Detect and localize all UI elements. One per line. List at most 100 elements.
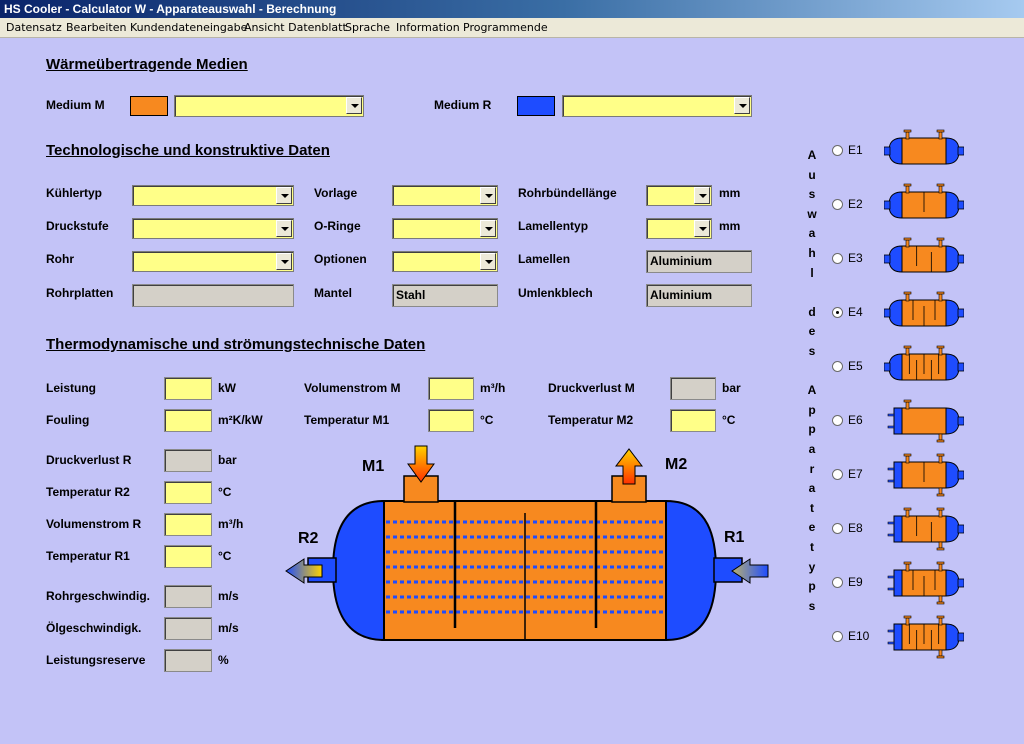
lamellentyp-select[interactable] [646,218,712,239]
apparatus-option-e3[interactable]: E3 [826,236,976,286]
chevron-down-icon[interactable] [276,220,292,237]
chevron-down-icon[interactable] [694,187,710,204]
apparatus-option-label: E10 [848,629,870,643]
vertical-label-char: u [808,167,816,182]
chevron-down-icon[interactable] [734,97,750,114]
menu-kundendateneingabe[interactable]: Kundendateneingabe [130,21,247,34]
apparatus-option-e6[interactable]: E6 [826,398,976,448]
oringe-select[interactable] [392,218,498,239]
temperatur-r1-input[interactable] [164,545,212,568]
chevron-down-icon[interactable] [276,187,292,204]
druckstufe-select[interactable] [132,218,294,239]
lamellentyp-label: Lamellentyp [518,219,589,233]
lamellen-label: Lamellen [518,252,571,266]
section-title-media: Wärmeübertragende Medien [46,56,248,73]
medium-r-select[interactable] [562,95,752,117]
heat-exchanger-icon [884,129,964,165]
radio-e2[interactable] [832,199,843,210]
volumenstrom-m-input[interactable] [428,377,474,400]
temperatur-r2-input[interactable] [164,481,212,504]
window-title: HS Cooler - Calculator W - Apparateauswa… [0,0,1024,18]
apparatus-option-label: E3 [848,251,863,265]
radio-e4[interactable] [832,307,843,318]
radio-e6[interactable] [832,415,843,426]
apparatus-option-label: E4 [848,305,863,319]
apparatus-option-label: E9 [848,575,863,589]
apparatus-option-label: E8 [848,521,863,535]
temperatur-m1-input[interactable] [428,409,474,432]
apparatus-option-e10[interactable]: E10 [826,614,976,664]
temperatur-r2-label: Temperatur R2 [46,485,130,499]
radio-e5[interactable] [832,361,843,372]
rohrgeschwindig-field [164,585,212,608]
apparatus-selection-label: AuswahldesApparatetyps [806,148,820,648]
menu-ansicht-datenblatt[interactable]: Ansicht Datenblatt [244,21,347,34]
vertical-label-char: t [810,540,814,554]
umlenkblech-field: Aluminium [646,284,752,307]
radio-e10[interactable] [832,631,843,642]
rohrbuendellaenge-label: Rohrbündellänge [518,186,617,200]
vertical-label-char: d [808,304,816,319]
chevron-down-icon[interactable] [480,220,496,237]
menu-sprache[interactable]: Sprache [345,21,390,34]
vertical-label-char: t [810,500,814,515]
r2-label: R2 [298,530,319,547]
rohrgeschwindig-unit: m/s [218,589,239,603]
radio-e1[interactable] [832,145,843,156]
rohrplatten-label: Rohrplatten [46,286,114,300]
medium-m-color-swatch[interactable] [130,96,168,116]
section-title-technology: Technologische und konstruktive Daten [46,142,330,159]
chevron-down-icon[interactable] [480,187,496,204]
temperatur-r1-label: Temperatur R1 [46,549,130,563]
apparatus-option-e8[interactable]: E8 [826,506,976,556]
leistungsreserve-field [164,649,212,672]
menu-programmende[interactable]: Programmende [463,21,548,34]
rohrbuendellaenge-select[interactable] [646,185,712,206]
leistungsreserve-unit: % [218,653,229,667]
apparatus-option-e5[interactable]: E5 [826,344,976,394]
leistung-input[interactable] [164,377,212,400]
apparatus-option-e2[interactable]: E2 [826,182,976,232]
apparatus-option-e1[interactable]: E1 [826,128,976,178]
temperatur-m1-unit: °C [480,413,494,427]
apparatus-option-e9[interactable]: E9 [826,560,976,610]
apparatus-option-label: E7 [848,467,863,481]
menu-information[interactable]: Information [396,21,460,34]
vertical-label-char: l [810,265,814,280]
menu-bearbeiten[interactable]: Bearbeiten [66,21,126,34]
vertical-label-char: s [808,187,816,202]
chevron-down-icon[interactable] [480,253,496,270]
leistung-label: Leistung [46,381,96,395]
chevron-down-icon[interactable] [694,220,710,237]
volumenstrom-r-input[interactable] [164,513,212,536]
vertical-label-char: s [808,598,816,613]
radio-e7[interactable] [832,469,843,480]
volumenstrom-m-unit: m³/h [480,381,506,395]
temperatur-m2-input[interactable] [670,409,716,432]
medium-m-label: Medium M [46,98,105,112]
vorlage-select[interactable] [392,185,498,206]
volumenstrom-r-unit: m³/h [218,517,244,531]
radio-e3[interactable] [832,253,843,264]
apparatus-option-e4[interactable]: E4 [826,290,976,340]
radio-e9[interactable] [832,577,843,588]
rohr-select[interactable] [132,251,294,272]
medium-m-select[interactable] [174,95,364,117]
fouling-input[interactable] [164,409,212,432]
chevron-down-icon[interactable] [276,253,292,270]
heat-exchanger-icon [887,615,964,659]
rohr-label: Rohr [46,252,74,266]
druckstufe-label: Druckstufe [46,219,109,233]
rohrbuendellaenge-unit: mm [719,186,741,200]
vertical-label-char: p [808,579,816,594]
optionen-select[interactable] [392,251,498,272]
fouling-unit: m²K/kW [218,413,263,427]
medium-r-color-swatch[interactable] [517,96,555,116]
chevron-down-icon[interactable] [346,97,362,114]
menu-datensatz[interactable]: Datensatz [6,21,62,34]
mantel-field: Stahl [392,284,498,307]
kuehlertyp-select[interactable] [132,185,294,206]
m2-label: M2 [665,456,687,473]
apparatus-option-e7[interactable]: E7 [826,452,976,502]
radio-e8[interactable] [832,523,843,534]
